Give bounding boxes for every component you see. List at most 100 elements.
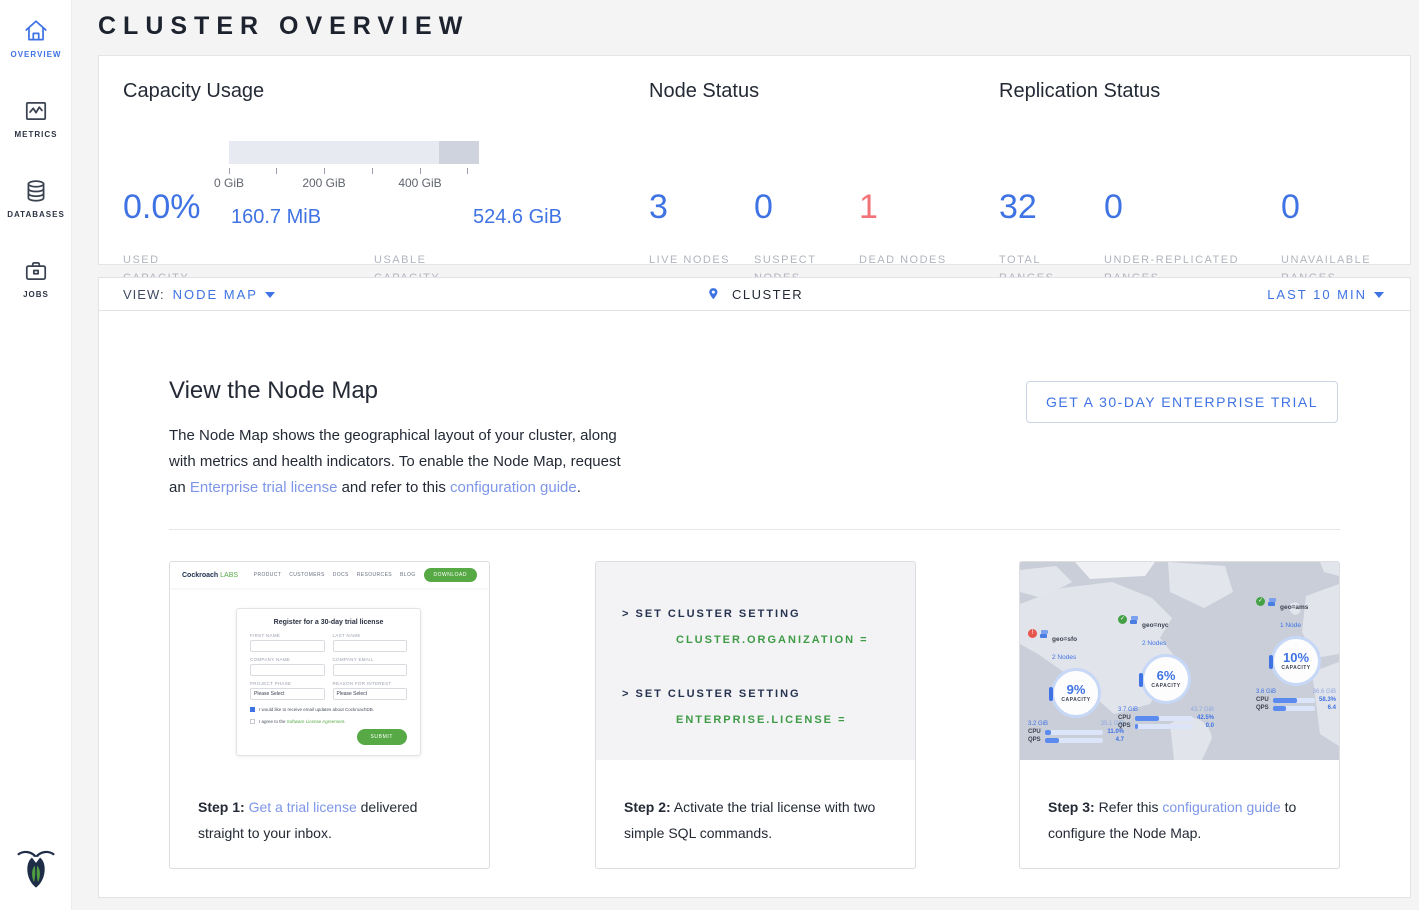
step-1-card: Cockroach LABS PRODUCT CUSTOMERS DOCS RE… <box>169 561 490 869</box>
axis-tick-label: 200 GiB <box>302 176 345 190</box>
used-capacity-value: 160.7 MiB <box>231 206 321 229</box>
cpu-meter <box>1135 716 1193 721</box>
node-status-title: Node Status <box>649 80 759 103</box>
cockroach-labs-logo <box>0 843 72 896</box>
cpu-meter <box>1045 730 1103 735</box>
capacity-donut: 9% CAPACITY <box>1051 668 1101 718</box>
sql-code-block: > SET CLUSTER SETTING CLUSTER.ORGANIZATI… <box>596 562 915 760</box>
step-2-caption: Step 2: Activate the trial license with … <box>624 794 891 846</box>
view-toolbar: VIEW: NODE MAP CLUSTER LAST 10 MIN <box>98 277 1411 311</box>
page-title: CLUSTER OVERVIEW <box>98 12 469 41</box>
chevron-down-icon <box>265 292 275 298</box>
warning-badge-icon: ! <box>1028 629 1037 638</box>
sidebar-item-databases[interactable]: DATABASES <box>0 178 72 219</box>
sidebar: OVERVIEW METRICS DATABASES <box>0 0 72 910</box>
healthy-badge-icon: ✓ <box>1118 615 1127 624</box>
node-map-section: View the Node Map The Node Map shows the… <box>98 311 1411 898</box>
node-locality-ams: ✓ geo=ams 1 Node 10% CAPACITY 3.6 GiB 36… <box>1256 596 1336 711</box>
section-description: The Node Map shows the geographical layo… <box>169 423 627 501</box>
axis-tick <box>420 168 421 174</box>
step-2-card: > SET CLUSTER SETTING CLUSTER.ORGANIZATI… <box>595 561 916 869</box>
checkbox-checked-icon <box>250 707 255 712</box>
metrics-chart-icon <box>0 98 72 124</box>
qps-meter <box>1273 706 1315 711</box>
node-locality-sfo: ! geo=sfo 2 Nodes 9% CAPACITY 3.2 GiB 35… <box>1028 628 1124 743</box>
sidebar-item-label: METRICS <box>0 130 72 139</box>
mini-input <box>250 664 325 676</box>
sidebar-item-metrics[interactable]: METRICS <box>0 98 72 139</box>
mini-checkbox-updates: I would like to receive email updates ab… <box>250 707 407 712</box>
node-cube-icon <box>1040 630 1049 639</box>
configuration-guide-link[interactable]: configuration guide <box>450 479 577 496</box>
capacity-used-percent: 0.0% <box>123 188 201 227</box>
qps-meter <box>1135 724 1193 729</box>
mini-input <box>250 640 325 652</box>
mini-form-title: Register for a 30-day trial license <box>250 619 407 626</box>
step-1-caption: Step 1: Get a trial license delivered st… <box>198 794 465 846</box>
chevron-down-icon <box>1374 292 1384 298</box>
axis-tick <box>372 168 373 174</box>
mini-download-button: DOWNLOAD <box>424 568 477 582</box>
unavailable-ranges-value: 0 <box>1281 188 1300 227</box>
node-cube-icon <box>1268 598 1277 607</box>
step-3-card: ! geo=sfo 2 Nodes 9% CAPACITY 3.2 GiB 35… <box>1019 561 1340 869</box>
mini-checkbox-license: I agree to the Software License Agreemen… <box>250 719 407 724</box>
node-map-preview-image: ! geo=sfo 2 Nodes 9% CAPACITY 3.2 GiB 35… <box>1020 562 1339 760</box>
replication-status-title: Replication Status <box>999 80 1160 103</box>
mini-submit-button: SUBMIT <box>357 729 408 745</box>
axis-tick <box>467 168 468 174</box>
sidebar-item-label: DATABASES <box>0 210 72 219</box>
cluster-label: CLUSTER <box>732 287 803 302</box>
axis-tick-label: 0 GiB <box>214 176 244 190</box>
configuration-guide-link[interactable]: configuration guide <box>1162 799 1280 815</box>
healthy-badge-icon: ✓ <box>1256 597 1265 606</box>
sql-prompt: > SET CLUSTER SETTING <box>622 686 915 702</box>
qps-meter <box>1045 738 1103 743</box>
sidebar-item-label: JOBS <box>0 290 72 299</box>
dead-nodes-value: 1 <box>859 188 878 227</box>
axis-tick-label: 400 GiB <box>398 176 441 190</box>
axis-tick <box>324 168 325 174</box>
mini-select: Please Select <box>250 688 325 700</box>
sql-setting: CLUSTER.ORGANIZATION = <box>676 632 915 648</box>
enterprise-trial-license-link[interactable]: Enterprise trial license <box>190 479 338 496</box>
capacity-bar-segment <box>439 141 479 164</box>
sql-setting: ENTERPRISE.LICENSE = <box>676 712 915 728</box>
view-label: VIEW: <box>123 287 165 302</box>
under-replicated-ranges-value: 0 <box>1104 188 1123 227</box>
time-range-selector[interactable]: LAST 10 MIN <box>1267 287 1384 302</box>
usable-capacity-value: 524.6 GiB <box>473 206 562 229</box>
capacity-bar <box>229 141 479 164</box>
enterprise-trial-button[interactable]: GET A 30-DAY ENTERPRISE TRIAL <box>1026 381 1338 423</box>
sql-prompt: > SET CLUSTER SETTING <box>622 606 915 622</box>
location-pin-icon <box>706 286 720 302</box>
cluster-summary-panel: Capacity Usage 0.0% 0 GiB 200 GiB 400 Gi… <box>98 55 1411 265</box>
database-icon <box>0 178 72 204</box>
sidebar-item-overview[interactable]: OVERVIEW <box>0 18 72 59</box>
breadcrumb-cluster: CLUSTER <box>706 286 803 302</box>
divider <box>169 529 1340 530</box>
mini-input <box>333 640 408 652</box>
mini-site-nav-links: PRODUCT CUSTOMERS DOCS RESOURCES BLOG <box>254 572 416 578</box>
capacity-usage-title: Capacity Usage <box>123 80 264 103</box>
live-nodes-label: LIVE NODES <box>649 251 739 269</box>
view-selector[interactable]: NODE MAP <box>173 287 275 302</box>
registration-screenshot: Cockroach LABS PRODUCT CUSTOMERS DOCS RE… <box>170 562 489 774</box>
get-trial-license-link[interactable]: Get a trial license <box>249 799 357 815</box>
home-icon <box>0 18 72 44</box>
sidebar-item-jobs[interactable]: JOBS <box>0 258 72 299</box>
mini-input <box>333 664 408 676</box>
suspect-nodes-value: 0 <box>754 188 773 227</box>
node-locality-nyc: ✓ geo=nyc 2 Nodes 6% CAPACITY 3.7 GiB 43… <box>1118 614 1214 729</box>
mini-select: Please Select <box>333 688 408 700</box>
mini-site-navbar: Cockroach LABS PRODUCT CUSTOMERS DOCS RE… <box>170 562 489 588</box>
total-ranges-value: 32 <box>999 188 1037 227</box>
step-3-caption: Step 3: Refer this configuration guide t… <box>1048 794 1315 846</box>
live-nodes-value: 3 <box>649 188 668 227</box>
trial-registration-form: Register for a 30-day trial license FIRS… <box>236 608 421 756</box>
sidebar-item-label: OVERVIEW <box>0 50 72 59</box>
capacity-donut: 6% CAPACITY <box>1141 654 1191 704</box>
capacity-donut: 10% CAPACITY <box>1271 636 1321 686</box>
node-cube-icon <box>1130 616 1139 625</box>
briefcase-icon <box>0 258 72 284</box>
